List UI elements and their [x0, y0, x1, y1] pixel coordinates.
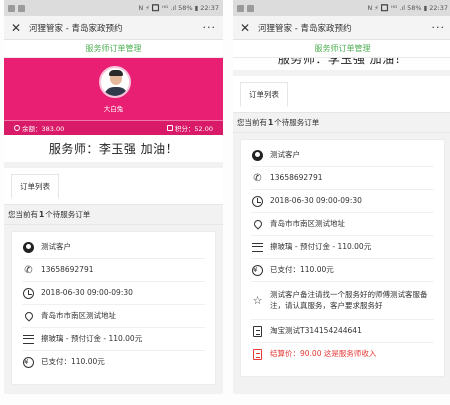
- settlement-price: 结算价：90.00 这是服务师收入: [270, 349, 377, 359]
- time-row: 2018-06-30 09:00-09:30: [22, 282, 205, 305]
- status-indicators: N ⚡ 🔲 ᴴᴰ .ıl 58% ▮ 22:37: [138, 4, 219, 12]
- account-stats: 余额：383.00 积分：52.00: [4, 120, 223, 135]
- customer-name: 测试客户: [270, 149, 300, 159]
- page-title: 河狸管家 - 青岛家政预约: [29, 23, 123, 34]
- count-prefix: 您当前有: [8, 210, 38, 219]
- customer-phone[interactable]: 13658692791: [270, 173, 323, 183]
- taobao-order: 淘宝测试T314154244641: [270, 325, 362, 335]
- service-address: 青岛市市南区测试地址: [270, 218, 345, 228]
- status-indicators: N ⚡ 🔲 ᴴᴰ .ıl 58% ▮ 22:37: [367, 4, 448, 12]
- more-menu-icon[interactable]: ···: [203, 21, 217, 34]
- avatar-hair: [109, 70, 123, 76]
- greeting-title-partial: 服务师：李玉强 加油！: [233, 58, 450, 70]
- service-address: 青岛市市南区测试地址: [41, 310, 116, 320]
- avatar[interactable]: [99, 66, 131, 98]
- page-title: 河狸管家 - 青岛家政预约: [258, 23, 352, 34]
- user-icon: [22, 241, 35, 254]
- section-header: 服务师订单管理: [4, 40, 223, 58]
- points-icon: [166, 125, 173, 131]
- paid-row: ¥ 已支付：110.00元: [22, 351, 205, 374]
- close-icon[interactable]: ✕: [11, 21, 25, 35]
- paid-amount: 已支付：110.00元: [270, 264, 334, 274]
- status-bar: N ⚡ 🔲 ᴴᴰ .ıl 58% ▮ 22:37: [233, 0, 450, 16]
- settlement-document-icon: [251, 348, 264, 361]
- order-count-line: 您当前有 1 个待服务订单: [233, 113, 450, 133]
- clock-icon: [22, 287, 35, 300]
- points-text: 积分：52.00: [174, 125, 213, 133]
- left-phone-screen: N ⚡ 🔲 ᴴᴰ .ıl 58% ▮ 22:37 ✕ 河狸管家 - 青岛家政预约…: [4, 0, 223, 394]
- order-card[interactable]: 测试客户 ✆ 13658692791 2018-06-30 09:00-09:3…: [11, 231, 216, 385]
- list-icon: [251, 241, 264, 254]
- more-menu-icon[interactable]: ···: [432, 21, 446, 34]
- section-header: 服务师订单管理: [233, 40, 450, 58]
- count-suffix: 个待服务订单: [274, 118, 320, 127]
- profile-header: 大白兔 余额：383.00 积分：52.00: [4, 58, 223, 135]
- order-count-line: 您当前有 1 个待服务订单: [4, 205, 223, 225]
- points-stat: 积分：52.00: [166, 123, 213, 133]
- service-item: 擦玻璃 - 预付订金 - 110.00元: [270, 241, 372, 251]
- clock-icon: [251, 195, 264, 208]
- notification-icons: [8, 4, 25, 12]
- address-row: 青岛市市南区测试地址: [251, 213, 434, 236]
- close-icon[interactable]: ✕: [240, 21, 254, 35]
- status-text: N ⚡ 🔲 ᴴᴰ .ıl 58% ▮ 22:37: [138, 4, 219, 12]
- note-row: ☆ 测试客户备注请找一个服务好的师傅测试客服备注，请认真服务，客户要求服务好: [251, 282, 434, 320]
- document-icon: [251, 325, 264, 338]
- phone-row[interactable]: ✆ 13658692791: [251, 167, 434, 190]
- customer-row: 测试客户: [22, 236, 205, 259]
- count-prefix: 您当前有: [237, 118, 267, 127]
- title-bar: ✕ 河狸管家 - 青岛家政预约 ···: [233, 16, 450, 40]
- customer-note: 测试客户备注请找一个服务好的师傅测试客服备注，请认真服务，客户要求服务好: [270, 290, 428, 310]
- time-row: 2018-06-30 09:00-09:30: [251, 190, 434, 213]
- location-pin-icon: [251, 218, 264, 231]
- balance-icon: [14, 125, 20, 131]
- count-number: 1: [39, 210, 45, 219]
- service-row: 擦玻璃 - 预付订金 - 110.00元: [22, 328, 205, 351]
- paid-amount: 已支付：110.00元: [41, 357, 105, 367]
- status-bar: N ⚡ 🔲 ᴴᴰ .ıl 58% ▮ 22:37: [4, 0, 223, 16]
- location-pin-icon: [22, 310, 35, 323]
- phone-icon: ✆: [24, 264, 33, 276]
- tab-order-list[interactable]: 订单列表: [11, 174, 59, 199]
- service-item: 擦玻璃 - 预付订金 - 110.00元: [41, 333, 143, 343]
- star-icon: ☆: [252, 294, 263, 307]
- count-suffix: 个待服务订单: [45, 210, 91, 219]
- paid-row: ¥ 已支付：110.00元: [251, 259, 434, 282]
- app-notification-icon: [8, 4, 15, 12]
- app-notification-icon: [18, 4, 25, 12]
- balance-stat: 余额：383.00: [14, 123, 64, 133]
- tab-bar: 订单列表: [233, 76, 450, 113]
- yen-icon: ¥: [251, 264, 264, 277]
- greeting-title: 服务师：李玉强 加油！: [4, 135, 223, 162]
- tab-bar: 订单列表: [4, 168, 223, 205]
- order-card[interactable]: 测试客户 ✆ 13658692791 2018-06-30 09:00-09:3…: [240, 139, 445, 377]
- phone-row[interactable]: ✆ 13658692791: [22, 259, 205, 282]
- customer-phone[interactable]: 13658692791: [41, 265, 94, 275]
- title-bar: ✕ 河狸管家 - 青岛家政预约 ···: [4, 16, 223, 40]
- phone-icon: ✆: [253, 172, 262, 184]
- notification-icons: [237, 4, 254, 12]
- customer-row: 测试客户: [251, 144, 434, 167]
- taobao-row: 淘宝测试T314154244641: [251, 320, 434, 343]
- avatar-body: [104, 87, 128, 96]
- user-name: 大白兔: [103, 105, 124, 113]
- customer-name: 测试客户: [41, 241, 71, 251]
- balance-text: 余额：383.00: [22, 125, 65, 133]
- tab-order-list[interactable]: 订单列表: [240, 82, 288, 107]
- service-row: 擦玻璃 - 预付订金 - 110.00元: [251, 236, 434, 259]
- service-time: 2018-06-30 09:00-09:30: [41, 287, 133, 297]
- settlement-row: 结算价：90.00 这是服务师收入: [251, 343, 434, 366]
- yen-icon: ¥: [22, 356, 35, 369]
- right-phone-screen: N ⚡ 🔲 ᴴᴰ .ıl 58% ▮ 22:37 ✕ 河狸管家 - 青岛家政预约…: [233, 0, 450, 394]
- user-icon: [251, 149, 264, 162]
- status-text: N ⚡ 🔲 ᴴᴰ .ıl 58% ▮ 22:37: [367, 4, 448, 12]
- app-notification-icon: [237, 4, 244, 12]
- count-number: 1: [268, 118, 274, 127]
- address-row: 青岛市市南区测试地址: [22, 305, 205, 328]
- service-time: 2018-06-30 09:00-09:30: [270, 195, 362, 205]
- greeting-text: 服务师：李玉强 加油！: [277, 58, 408, 66]
- app-notification-icon: [247, 4, 254, 12]
- list-icon: [22, 333, 35, 346]
